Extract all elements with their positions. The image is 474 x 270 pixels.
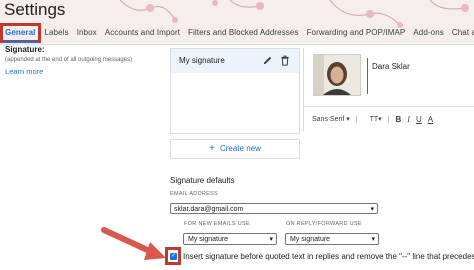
signature-photo <box>313 54 361 96</box>
tab-add-ons[interactable]: Add-ons <box>409 23 448 43</box>
trash-icon[interactable] <box>280 55 290 66</box>
email-address-label: EMAIL ADDRESS <box>170 191 219 197</box>
tab-accounts-and-import[interactable]: Accounts and Import <box>101 23 184 43</box>
new-emails-select[interactable]: My signature ▾ <box>183 233 277 245</box>
text-cursor <box>367 58 368 94</box>
text-size-icon[interactable]: TT▾ <box>364 115 382 123</box>
new-emails-label: FOR NEW EMAILS USE <box>184 221 250 227</box>
signature-label: Signature: <box>5 45 45 54</box>
chevron-down-icon: ▾ <box>269 236 273 243</box>
signature-sublabel: (appended at the end of all outgoing mes… <box>5 57 133 63</box>
tab-chat[interactable]: Chat and <box>448 23 474 43</box>
text-color-button[interactable]: A <box>428 115 433 124</box>
bold-button[interactable]: B <box>396 115 402 124</box>
signature-name-text: Dara Sklar <box>372 62 410 71</box>
header-background: Settings General Labels Inbox Accounts a… <box>0 0 474 44</box>
reply-forward-label: ON REPLY/FORWARD USE <box>286 221 362 227</box>
signature-editor[interactable]: Dara Sklar Sans Serif ▾ | TT▾ | B I U A <box>303 48 474 132</box>
email-address-value: sklar.dara@gmail.com <box>174 206 244 213</box>
signature-defaults-title: Signature defaults <box>170 176 235 185</box>
tab-filters[interactable]: Filters and Blocked Addresses <box>184 23 303 43</box>
settings-tabs: General Labels Inbox Accounts and Import… <box>0 22 474 44</box>
header-divider <box>0 44 474 45</box>
signature-item-name: My signature <box>179 56 225 65</box>
signature-list: My signature <box>170 48 300 134</box>
tab-inbox[interactable]: Inbox <box>73 23 101 43</box>
tab-labels[interactable]: Labels <box>41 23 73 43</box>
new-emails-value: My signature <box>188 236 229 243</box>
tab-general[interactable]: General <box>0 23 41 43</box>
page-title: Settings <box>4 0 66 19</box>
reply-forward-select[interactable]: My signature ▾ <box>285 233 379 245</box>
underline-button[interactable]: U <box>416 115 422 124</box>
plus-icon: + <box>209 143 215 154</box>
create-new-button[interactable]: + Create new <box>170 139 300 159</box>
insert-signature-label: Insert signature before quoted text in r… <box>183 252 474 261</box>
annotation-arrow <box>101 227 166 260</box>
chevron-down-icon: ▾ <box>370 206 374 213</box>
insert-checkbox-highlight: ✓ <box>165 247 181 265</box>
signature-list-item[interactable]: My signature <box>171 49 299 73</box>
font-family-select[interactable]: Sans Serif ▾ <box>306 115 350 123</box>
insert-signature-checkbox[interactable]: ✓ <box>170 253 177 260</box>
toolbar-separator: | <box>387 115 390 123</box>
reply-forward-value: My signature <box>290 236 331 243</box>
tab-forwarding[interactable]: Forwarding and POP/IMAP <box>303 23 410 43</box>
learn-more-link[interactable]: Learn more <box>5 67 43 76</box>
email-address-select[interactable]: sklar.dara@gmail.com ▾ <box>170 203 378 214</box>
italic-button[interactable]: I <box>407 115 410 124</box>
editor-toolbar: Sans Serif ▾ | TT▾ | B I U A <box>304 111 474 127</box>
pencil-icon[interactable] <box>262 55 273 66</box>
editor-divider <box>304 106 474 107</box>
chevron-down-icon: ▾ <box>371 236 375 243</box>
toolbar-separator: | <box>355 115 358 123</box>
create-new-label: Create new <box>219 144 261 153</box>
